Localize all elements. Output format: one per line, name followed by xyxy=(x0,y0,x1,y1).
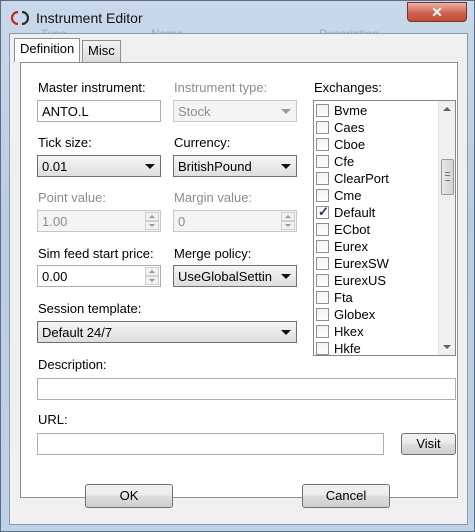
scroll-up-icon[interactable] xyxy=(443,107,451,111)
chevron-down-icon xyxy=(281,109,291,114)
scrollbar-thumb[interactable] xyxy=(441,159,454,195)
title-bar[interactable]: Instrument Editor ✕ xyxy=(1,1,474,33)
window-title: Instrument Editor xyxy=(36,10,143,26)
description-label: Description: xyxy=(38,357,107,372)
currency-select[interactable]: BritishPound xyxy=(173,155,297,177)
exchange-checkbox[interactable] xyxy=(316,257,329,270)
scroll-down-icon[interactable] xyxy=(443,345,451,349)
margin-value-stepper: 0 xyxy=(173,210,297,232)
exchange-checkbox[interactable] xyxy=(316,325,329,338)
app-logo-icon xyxy=(11,11,29,25)
visit-button[interactable]: Visit xyxy=(401,433,456,455)
exchange-checkbox[interactable] xyxy=(316,155,329,168)
exchanges-label: Exchanges: xyxy=(314,80,382,95)
point-value-stepper: 1.00 xyxy=(37,210,161,232)
exchange-checkbox[interactable] xyxy=(316,189,329,202)
exchange-checkbox[interactable] xyxy=(316,121,329,134)
exchange-checkbox[interactable] xyxy=(316,172,329,185)
sim-feed-start-price-stepper[interactable]: 0.00 xyxy=(37,265,161,287)
tick-size-value: 0.01 xyxy=(42,159,68,174)
spin-up-icon[interactable] xyxy=(145,267,159,276)
session-template-value: Default 24/7 xyxy=(42,325,113,340)
sim-feed-start-price-value: 0.00 xyxy=(42,269,68,284)
tab-misc[interactable]: Misc xyxy=(82,40,121,62)
master-instrument-label: Master instrument: xyxy=(38,80,146,95)
point-value-label: Point value: xyxy=(38,190,106,205)
spin-down-icon[interactable] xyxy=(145,276,159,285)
exchanges-scrollbar[interactable] xyxy=(438,101,455,355)
exchange-checkbox[interactable] xyxy=(316,291,329,304)
close-icon: ✕ xyxy=(431,4,443,20)
chevron-down-icon xyxy=(145,164,155,169)
close-button[interactable]: ✕ xyxy=(407,2,467,22)
exchange-checkbox[interactable] xyxy=(316,138,329,151)
instrument-type-value: Stock xyxy=(178,104,211,119)
dialog-client-area: Definition Misc Master instrument: Instr… xyxy=(9,33,468,525)
description-input[interactable] xyxy=(37,378,456,400)
chevron-down-icon xyxy=(281,330,291,335)
sim-feed-start-price-label: Sim feed start price: xyxy=(38,246,154,261)
definition-tab-panel: Master instrument: Instrument type: Stoc… xyxy=(20,62,458,498)
exchange-checkbox[interactable] xyxy=(316,104,329,117)
exchange-checkbox[interactable] xyxy=(316,223,329,236)
tick-size-label: Tick size: xyxy=(38,135,92,150)
session-template-select[interactable]: Default 24/7 xyxy=(37,321,297,343)
merge-policy-value: UseGlobalSettin xyxy=(178,269,272,284)
spin-up-icon xyxy=(281,212,295,221)
margin-value-value: 0 xyxy=(178,214,186,229)
url-input[interactable] xyxy=(37,433,384,455)
sim-feed-spin[interactable] xyxy=(145,267,159,285)
exchange-checkbox[interactable] xyxy=(316,308,329,321)
point-value-spin xyxy=(145,212,159,230)
point-value-value: 1.00 xyxy=(42,214,68,229)
spin-down-icon xyxy=(145,221,159,230)
instrument-type-label: Instrument type: xyxy=(174,80,268,95)
instrument-type-select: Stock xyxy=(173,100,297,122)
cancel-button[interactable]: Cancel xyxy=(302,484,390,508)
margin-value-label: Margin value: xyxy=(174,190,253,205)
merge-policy-label: Merge policy: xyxy=(174,246,252,261)
chevron-down-icon xyxy=(281,164,291,169)
instrument-editor-window: Instrument Editor ✕ Type Name Descriptio… xyxy=(0,0,475,532)
exchange-checkbox[interactable] xyxy=(316,274,329,287)
spin-up-icon xyxy=(145,212,159,221)
url-label: URL: xyxy=(38,412,68,427)
exchanges-list[interactable]: Bvme Caes Cboe Cfe ClearPort Cme Default… xyxy=(313,100,456,356)
ok-button[interactable]: OK xyxy=(85,484,173,508)
master-instrument-input[interactable] xyxy=(37,100,161,122)
exchange-checkbox[interactable] xyxy=(316,342,329,355)
currency-label: Currency: xyxy=(174,135,231,150)
margin-value-spin xyxy=(281,212,295,230)
exchange-checkbox-checked[interactable] xyxy=(316,204,329,220)
session-template-label: Session template: xyxy=(38,301,142,316)
chevron-down-icon xyxy=(281,274,291,279)
exchange-checkbox[interactable] xyxy=(316,240,329,253)
tab-definition[interactable]: Definition xyxy=(14,38,81,62)
merge-policy-select[interactable]: UseGlobalSettin xyxy=(173,265,297,287)
tick-size-select[interactable]: 0.01 xyxy=(37,155,161,177)
spin-down-icon xyxy=(281,221,295,230)
currency-value: BritishPound xyxy=(178,159,252,174)
